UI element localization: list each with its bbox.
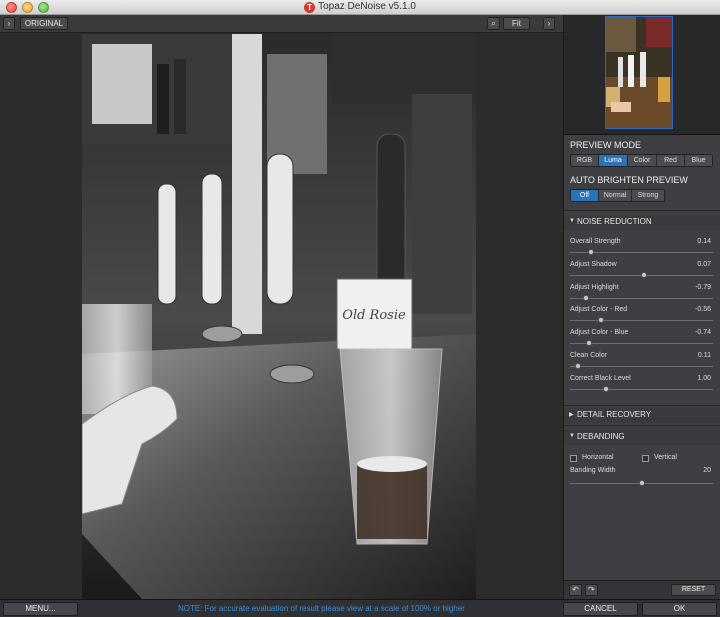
overall-strength-thumb[interactable] <box>588 249 595 255</box>
scale-note: NOTE: For accurate evaluation of result … <box>178 604 465 613</box>
panel-divider <box>564 425 720 426</box>
adjust-color-red-value: -0.56 <box>695 306 711 314</box>
adjust-highlight-slider[interactable] <box>570 294 713 301</box>
overall-strength-label: Overall Strength <box>570 238 621 245</box>
window-titlebar: T Topaz DeNoise v5.1.0 <box>0 0 720 15</box>
panel-divider <box>564 210 720 211</box>
thumbnail-image <box>606 17 672 128</box>
correct-black-level-slider[interactable] <box>570 385 713 392</box>
window-title: T Topaz DeNoise v5.1.0 <box>0 1 720 13</box>
clean-color-label: Clean Color <box>570 352 607 359</box>
adjust-shadow-slider[interactable] <box>570 271 713 278</box>
overall-strength-value: 0.14 <box>697 238 711 245</box>
panel-footer: ↶ ↷ RESET <box>564 580 720 599</box>
adjust-color-blue-label: Adjust Color - Blue <box>570 329 629 337</box>
zoom-search-icon[interactable]: ⌕ <box>487 17 500 30</box>
clean-color-value: 0.11 <box>697 352 711 359</box>
preview-mode-luma[interactable]: Luma <box>599 155 628 166</box>
auto-brighten-off[interactable]: Off <box>571 190 599 201</box>
preview-mode-red[interactable]: Red <box>657 155 685 166</box>
adjust-shadow-label: Adjust Shadow <box>570 260 617 268</box>
cancel-button[interactable]: CANCEL <box>563 602 638 616</box>
expand-caret-icon: ▼ <box>569 218 575 224</box>
banding-width-label: Banding Width <box>570 467 616 474</box>
overall-strength-slider[interactable] <box>570 249 713 255</box>
adjust-color-blue-slider[interactable] <box>570 340 713 347</box>
horizontal-checkbox[interactable] <box>570 455 577 462</box>
collapse-left-panel-button[interactable]: › <box>3 17 15 30</box>
preview-mode-color[interactable]: Color <box>628 155 657 166</box>
navigator-thumbnail[interactable] <box>605 16 673 129</box>
collapse-right-panel-button[interactable]: › <box>543 17 555 30</box>
preview-photo[interactable]: Old Rosie <box>82 34 476 599</box>
auto-brighten-normal[interactable]: Normal <box>599 190 632 201</box>
expand-caret-icon: ▼ <box>569 433 575 439</box>
detail-recovery-header[interactable]: ▶ DETAIL RECOVERY <box>564 408 720 423</box>
correct-black-level-label: Correct Black Level <box>570 374 631 382</box>
vertical-checkbox[interactable] <box>642 455 649 462</box>
bar-scene-image: Old Rosie <box>82 34 476 599</box>
original-toggle-button[interactable]: ORIGINAL <box>20 17 68 30</box>
correct-black-level-value: 1.00 <box>697 374 711 382</box>
settings-panel: PREVIEW MODE RGB Luma Color Red Blue AUT… <box>563 15 720 599</box>
preview-mode-title: PREVIEW MODE <box>570 140 642 150</box>
auto-brighten-title: AUTO BRIGHTEN PREVIEW <box>570 175 688 185</box>
adjust-highlight-value: -0.79 <box>695 283 711 291</box>
detail-recovery-label: DETAIL RECOVERY <box>577 410 652 419</box>
adjust-shadow-value: 0.07 <box>697 260 711 268</box>
navigator <box>564 15 720 135</box>
auto-brighten-selector: Off Normal Strong <box>570 189 665 202</box>
adjust-highlight-label: Adjust Highlight <box>570 283 619 291</box>
panel-divider <box>564 405 720 406</box>
banding-width-slider[interactable] <box>570 480 713 486</box>
redo-icon[interactable]: ↷ <box>585 584 598 596</box>
preview-toolbar: › ORIGINAL ⌕ Fit › <box>0 15 563 33</box>
preview-mode-selector: RGB Luma Color Red Blue <box>570 154 713 167</box>
banding-width-thumb[interactable] <box>638 480 645 486</box>
bottom-bar: MENU... NOTE: For accurate evaluation of… <box>0 599 720 617</box>
adjust-color-red-thumb[interactable] <box>598 317 605 324</box>
auto-brighten-strong[interactable]: Strong <box>632 190 664 201</box>
debanding-label: DEBANDING <box>577 432 625 441</box>
adjust-color-red-slider[interactable] <box>570 317 713 324</box>
topaz-logo-icon: T <box>304 2 316 13</box>
preview-mode-blue[interactable]: Blue <box>685 155 712 166</box>
fit-zoom-button[interactable]: Fit <box>503 17 530 30</box>
adjust-color-red-label: Adjust Color - Red <box>570 306 628 314</box>
noise-reduction-label: NOISE REDUCTION <box>577 217 652 226</box>
adjust-color-blue-value: -0.74 <box>695 329 711 337</box>
ok-button[interactable]: OK <box>642 602 717 616</box>
collapsed-caret-icon: ▶ <box>569 412 574 418</box>
preview-mode-rgb[interactable]: RGB <box>571 155 599 166</box>
debanding-header[interactable]: ▼ DEBANDING <box>564 430 720 445</box>
reset-button[interactable]: RESET <box>671 584 716 596</box>
window-title-text: Topaz DeNoise v5.1.0 <box>318 1 416 12</box>
adjust-color-blue-thumb[interactable] <box>585 340 592 347</box>
clean-color-slider[interactable] <box>570 363 713 369</box>
clean-color-thumb[interactable] <box>574 363 581 369</box>
menu-button[interactable]: MENU... <box>3 602 78 616</box>
correct-black-level-thumb[interactable] <box>602 385 609 392</box>
noise-reduction-header[interactable]: ▼ NOISE REDUCTION <box>564 215 720 230</box>
preview-canvas[interactable]: Old Rosie <box>0 34 563 599</box>
adjust-highlight-thumb[interactable] <box>582 294 589 301</box>
adjust-shadow-thumb[interactable] <box>641 271 648 278</box>
horizontal-label: Horizontal <box>582 454 614 461</box>
banding-width-value: 20 <box>703 467 711 474</box>
svg-text:Old Rosie: Old Rosie <box>342 308 406 323</box>
vertical-label: Vertical <box>654 454 677 461</box>
undo-icon[interactable]: ↶ <box>569 584 582 596</box>
